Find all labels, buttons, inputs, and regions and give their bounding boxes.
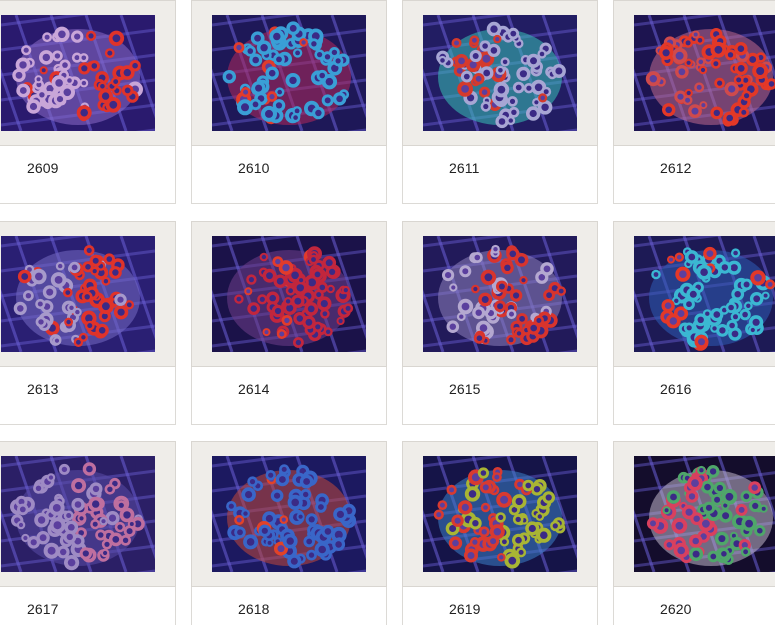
product-number[interactable]: 2616: [660, 381, 692, 397]
product-caption: 2617: [0, 587, 176, 625]
coral-photo[interactable]: [1, 236, 155, 352]
coral-photo[interactable]: [212, 15, 366, 131]
product-image-frame[interactable]: [613, 0, 775, 146]
product-image-frame[interactable]: [0, 0, 176, 146]
product-card[interactable]: 2612: [613, 0, 775, 205]
coral-photo[interactable]: [212, 456, 366, 572]
product-image-frame[interactable]: [613, 441, 775, 587]
product-card[interactable]: 2617: [0, 441, 176, 625]
product-card[interactable]: 2618: [191, 441, 387, 625]
product-card[interactable]: 2613: [0, 221, 176, 426]
product-card[interactable]: 2616: [613, 221, 775, 426]
product-caption: 2614: [191, 367, 387, 425]
product-card[interactable]: 2614: [191, 221, 387, 426]
product-caption: 2613: [0, 367, 176, 425]
product-number[interactable]: 2619: [449, 601, 481, 617]
product-number[interactable]: 2612: [660, 160, 692, 176]
product-image-frame[interactable]: [613, 221, 775, 367]
product-card[interactable]: 2610: [191, 0, 387, 205]
product-number[interactable]: 2620: [660, 601, 692, 617]
product-image-frame[interactable]: [402, 441, 598, 587]
product-grid: 2609 2610 2611 2612 2613 2614 2615 2616 2617 2618…: [0, 0, 775, 625]
coral-photo[interactable]: [1, 456, 155, 572]
product-caption: 2618: [191, 587, 387, 625]
coral-photo[interactable]: [634, 456, 775, 572]
product-caption: 2612: [613, 146, 775, 204]
product-card[interactable]: 2611: [402, 0, 598, 205]
product-card[interactable]: 2609: [0, 0, 176, 205]
coral-photo[interactable]: [634, 15, 775, 131]
product-number[interactable]: 2611: [449, 160, 480, 176]
product-caption: 2620: [613, 587, 775, 625]
coral-photo[interactable]: [1, 15, 155, 131]
product-card[interactable]: 2615: [402, 221, 598, 426]
product-number[interactable]: 2610: [238, 160, 270, 176]
product-card[interactable]: 2619: [402, 441, 598, 625]
product-image-frame[interactable]: [0, 441, 176, 587]
coral-photo[interactable]: [423, 456, 577, 572]
product-image-frame[interactable]: [191, 221, 387, 367]
product-number[interactable]: 2618: [238, 601, 270, 617]
product-caption: 2616: [613, 367, 775, 425]
product-caption: 2615: [402, 367, 598, 425]
coral-photo[interactable]: [212, 236, 366, 352]
product-caption: 2609: [0, 146, 176, 204]
coral-photo[interactable]: [634, 236, 775, 352]
product-caption: 2619: [402, 587, 598, 625]
product-caption: 2611: [402, 146, 598, 204]
coral-photo[interactable]: [423, 15, 577, 131]
product-number[interactable]: 2615: [449, 381, 481, 397]
coral-photo[interactable]: [423, 236, 577, 352]
product-caption: 2610: [191, 146, 387, 204]
product-number[interactable]: 2614: [238, 381, 270, 397]
product-image-frame[interactable]: [191, 0, 387, 146]
product-card[interactable]: 2620: [613, 441, 775, 625]
product-number[interactable]: 2609: [27, 160, 59, 176]
product-image-frame[interactable]: [402, 221, 598, 367]
product-number[interactable]: 2617: [27, 601, 59, 617]
product-number[interactable]: 2613: [27, 381, 59, 397]
product-image-frame[interactable]: [0, 221, 176, 367]
product-image-frame[interactable]: [402, 0, 598, 146]
product-image-frame[interactable]: [191, 441, 387, 587]
